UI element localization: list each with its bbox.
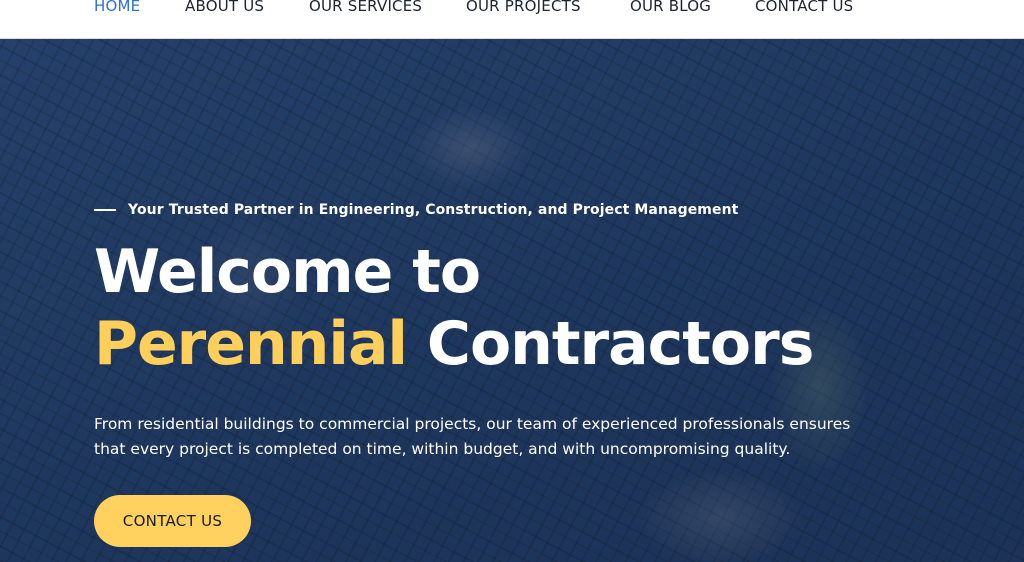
top-navigation: HOME ABOUT US OUR SERVICES OUR PROJECTS … xyxy=(0,0,1024,39)
nav-item-about-us[interactable]: ABOUT US xyxy=(185,0,264,15)
nav-item-our-projects[interactable]: OUR PROJECTS xyxy=(466,0,581,15)
hero-headline: Welcome to Perennial Contractors xyxy=(94,236,814,380)
hero-tagline: Your Trusted Partner in Engineering, Con… xyxy=(94,202,738,218)
tagline-text: Your Trusted Partner in Engineering, Con… xyxy=(128,202,739,218)
hero-section: Your Trusted Partner in Engineering, Con… xyxy=(0,38,1024,562)
hero-description: From residential buildings to commercial… xyxy=(94,412,914,462)
tagline-dash xyxy=(94,209,116,211)
description-line-2: that every project is completed on time,… xyxy=(94,440,791,458)
nav-item-our-blog[interactable]: OUR BLOG xyxy=(630,0,711,15)
description-line-1: From residential buildings to commercial… xyxy=(94,415,851,433)
nav-item-home[interactable]: HOME xyxy=(94,0,140,15)
headline-accent: Perennial xyxy=(94,309,408,379)
headline-line-1: Welcome to xyxy=(94,237,481,307)
nav-item-contact-us[interactable]: CONTACT US xyxy=(755,0,853,15)
nav-item-our-services[interactable]: OUR SERVICES xyxy=(309,0,422,15)
headline-rest: Contractors xyxy=(426,309,814,379)
contact-us-button[interactable]: CONTACT US xyxy=(94,495,251,547)
